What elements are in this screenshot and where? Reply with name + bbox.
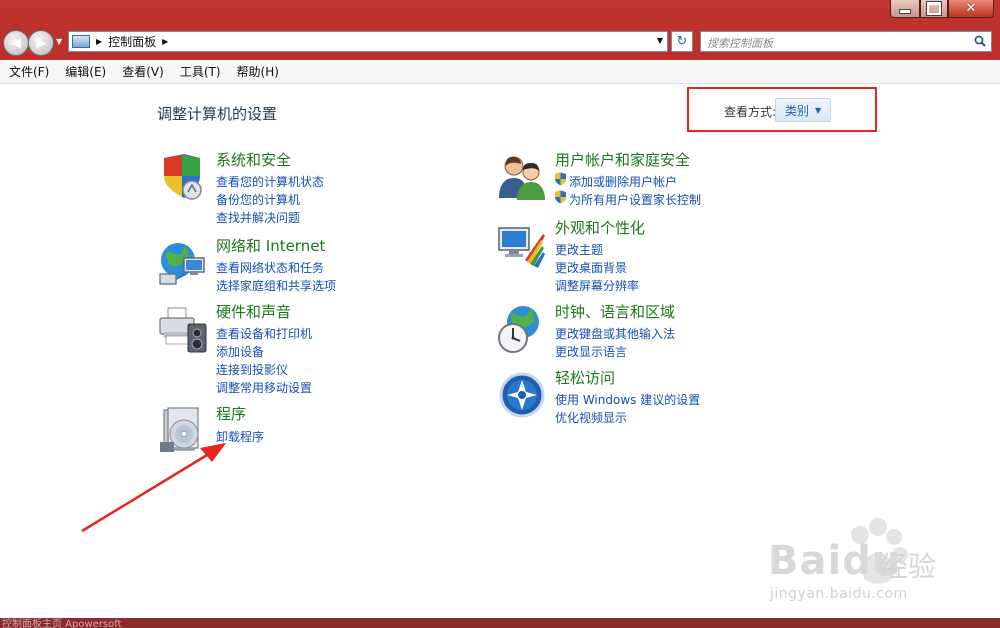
link-network-status[interactable]: 查看网络状态和任务 — [216, 259, 324, 276]
watermark-site: jingyan.baidu.com — [770, 586, 908, 602]
menu-view[interactable]: 查看(V) — [115, 63, 171, 80]
refresh-icon: ↻ — [676, 34, 688, 49]
search-box[interactable] — [700, 31, 992, 54]
category-title-system-security[interactable]: 系统和安全 — [216, 149, 291, 170]
link-change-theme[interactable]: 更改主题 — [555, 241, 603, 258]
link-view-computer-status[interactable]: 查看您的计算机状态 — [216, 173, 324, 190]
globe-network-icon[interactable] — [158, 238, 208, 288]
menu-edit[interactable]: 编辑(E) — [58, 63, 113, 80]
link-parental-controls[interactable]: 为所有用户设置家长控制 — [569, 191, 701, 208]
printer-speaker-icon[interactable] — [158, 304, 208, 354]
clock-globe-icon[interactable] — [497, 304, 547, 354]
menu-help[interactable]: 帮助(H) — [230, 63, 286, 80]
link-add-device[interactable]: 添加设备 — [216, 343, 264, 360]
status-text: 控制面板主页 Apowersoft — [2, 619, 122, 628]
arrow-right-icon: ▶ — [36, 35, 46, 51]
maximize-button[interactable] — [920, 0, 948, 18]
address-dropdown-icon[interactable]: ▼ — [657, 36, 663, 45]
forward-button[interactable]: ▶ — [28, 30, 54, 56]
status-strip: 控制面板主页 Apowersoft — [0, 618, 1000, 628]
menu-bar: 文件(F) 编辑(E) 查看(V) 工具(T) 帮助(H) — [0, 60, 1000, 84]
minimize-icon — [899, 9, 911, 14]
maximize-icon — [927, 2, 941, 15]
category-title-appearance[interactable]: 外观和个性化 — [555, 217, 645, 238]
link-add-remove-accounts[interactable]: 添加或删除用户帐户 — [569, 173, 677, 190]
recent-pages-dropdown[interactable]: ▼ — [56, 37, 62, 46]
ease-of-access-icon[interactable] — [497, 370, 547, 420]
link-devices-printers[interactable]: 查看设备和打印机 — [216, 325, 312, 342]
window-controls: ✕ — [890, 0, 994, 18]
link-connect-projector[interactable]: 连接到投影仪 — [216, 361, 288, 378]
watermark-cn: 经验 — [880, 550, 937, 583]
back-button[interactable]: ◀ — [3, 30, 29, 56]
uac-shield-icon — [555, 190, 566, 204]
link-recommended-settings[interactable]: 使用 Windows 建议的设置 — [555, 391, 700, 408]
link-homegroup-sharing[interactable]: 选择家庭组和共享选项 — [216, 277, 336, 294]
programs-disc-icon[interactable] — [158, 406, 208, 456]
address-bar[interactable]: ▶ 控制面板 ▶ ▼ — [68, 31, 668, 52]
close-button[interactable]: ✕ — [948, 0, 994, 18]
page-title: 调整计算机的设置 — [157, 105, 278, 123]
close-icon: ✕ — [965, 1, 977, 16]
users-icon[interactable] — [497, 152, 547, 202]
category-title-hardware-sound[interactable]: 硬件和声音 — [216, 301, 291, 322]
category-title-user-accounts[interactable]: 用户帐户和家庭安全 — [555, 149, 690, 170]
link-change-display-language[interactable]: 更改显示语言 — [555, 343, 627, 360]
category-title-clock-language-region[interactable]: 时钟、语言和区域 — [555, 301, 675, 322]
minimize-button[interactable] — [890, 0, 920, 18]
link-mobility-settings[interactable]: 调整常用移动设置 — [216, 379, 312, 396]
arrow-left-icon: ◀ — [11, 35, 21, 51]
link-optimize-display[interactable]: 优化视频显示 — [555, 409, 627, 426]
refresh-button[interactable]: ↻ — [671, 31, 693, 52]
category-title-network-internet[interactable]: 网络和 Internet — [216, 235, 325, 256]
link-screen-resolution[interactable]: 调整屏幕分辨率 — [555, 277, 639, 294]
control-panel-content: 文件(F) 编辑(E) 查看(V) 工具(T) 帮助(H) 调整计算机的设置 查… — [0, 60, 1000, 618]
window-frame: ✕ ◀ ▶ ▼ ▶ 控制面板 ▶ ▼ ↻ 文件(F) 编辑(E) 查看(V) 工… — [0, 0, 1000, 628]
category-title-programs[interactable]: 程序 — [216, 403, 246, 424]
link-uninstall-program[interactable]: 卸载程序 — [216, 428, 264, 445]
navigation-bar: ◀ ▶ ▼ ▶ 控制面板 ▶ ▼ ↻ — [0, 24, 1000, 60]
link-change-background[interactable]: 更改桌面背景 — [555, 259, 627, 276]
control-panel-icon — [72, 35, 90, 48]
link-backup-computer[interactable]: 备份您的计算机 — [216, 191, 300, 208]
shield-icon[interactable] — [158, 152, 208, 202]
monitor-palette-icon[interactable] — [497, 220, 547, 270]
menu-file[interactable]: 文件(F) — [2, 63, 56, 80]
search-input[interactable] — [701, 33, 964, 54]
link-troubleshoot[interactable]: 查找并解决问题 — [216, 209, 300, 226]
uac-shield-icon — [555, 172, 566, 186]
menu-tools[interactable]: 工具(T) — [173, 63, 228, 80]
breadcrumb-control-panel[interactable]: 控制面板 — [108, 33, 156, 50]
breadcrumb-separator-icon[interactable]: ▶ — [96, 37, 102, 46]
category-title-ease-of-access[interactable]: 轻松访问 — [555, 367, 615, 388]
link-change-keyboard[interactable]: 更改键盘或其他输入法 — [555, 325, 675, 342]
breadcrumb-separator-icon[interactable]: ▶ — [162, 37, 168, 46]
highlight-box — [687, 87, 877, 132]
search-icon[interactable] — [974, 35, 986, 47]
